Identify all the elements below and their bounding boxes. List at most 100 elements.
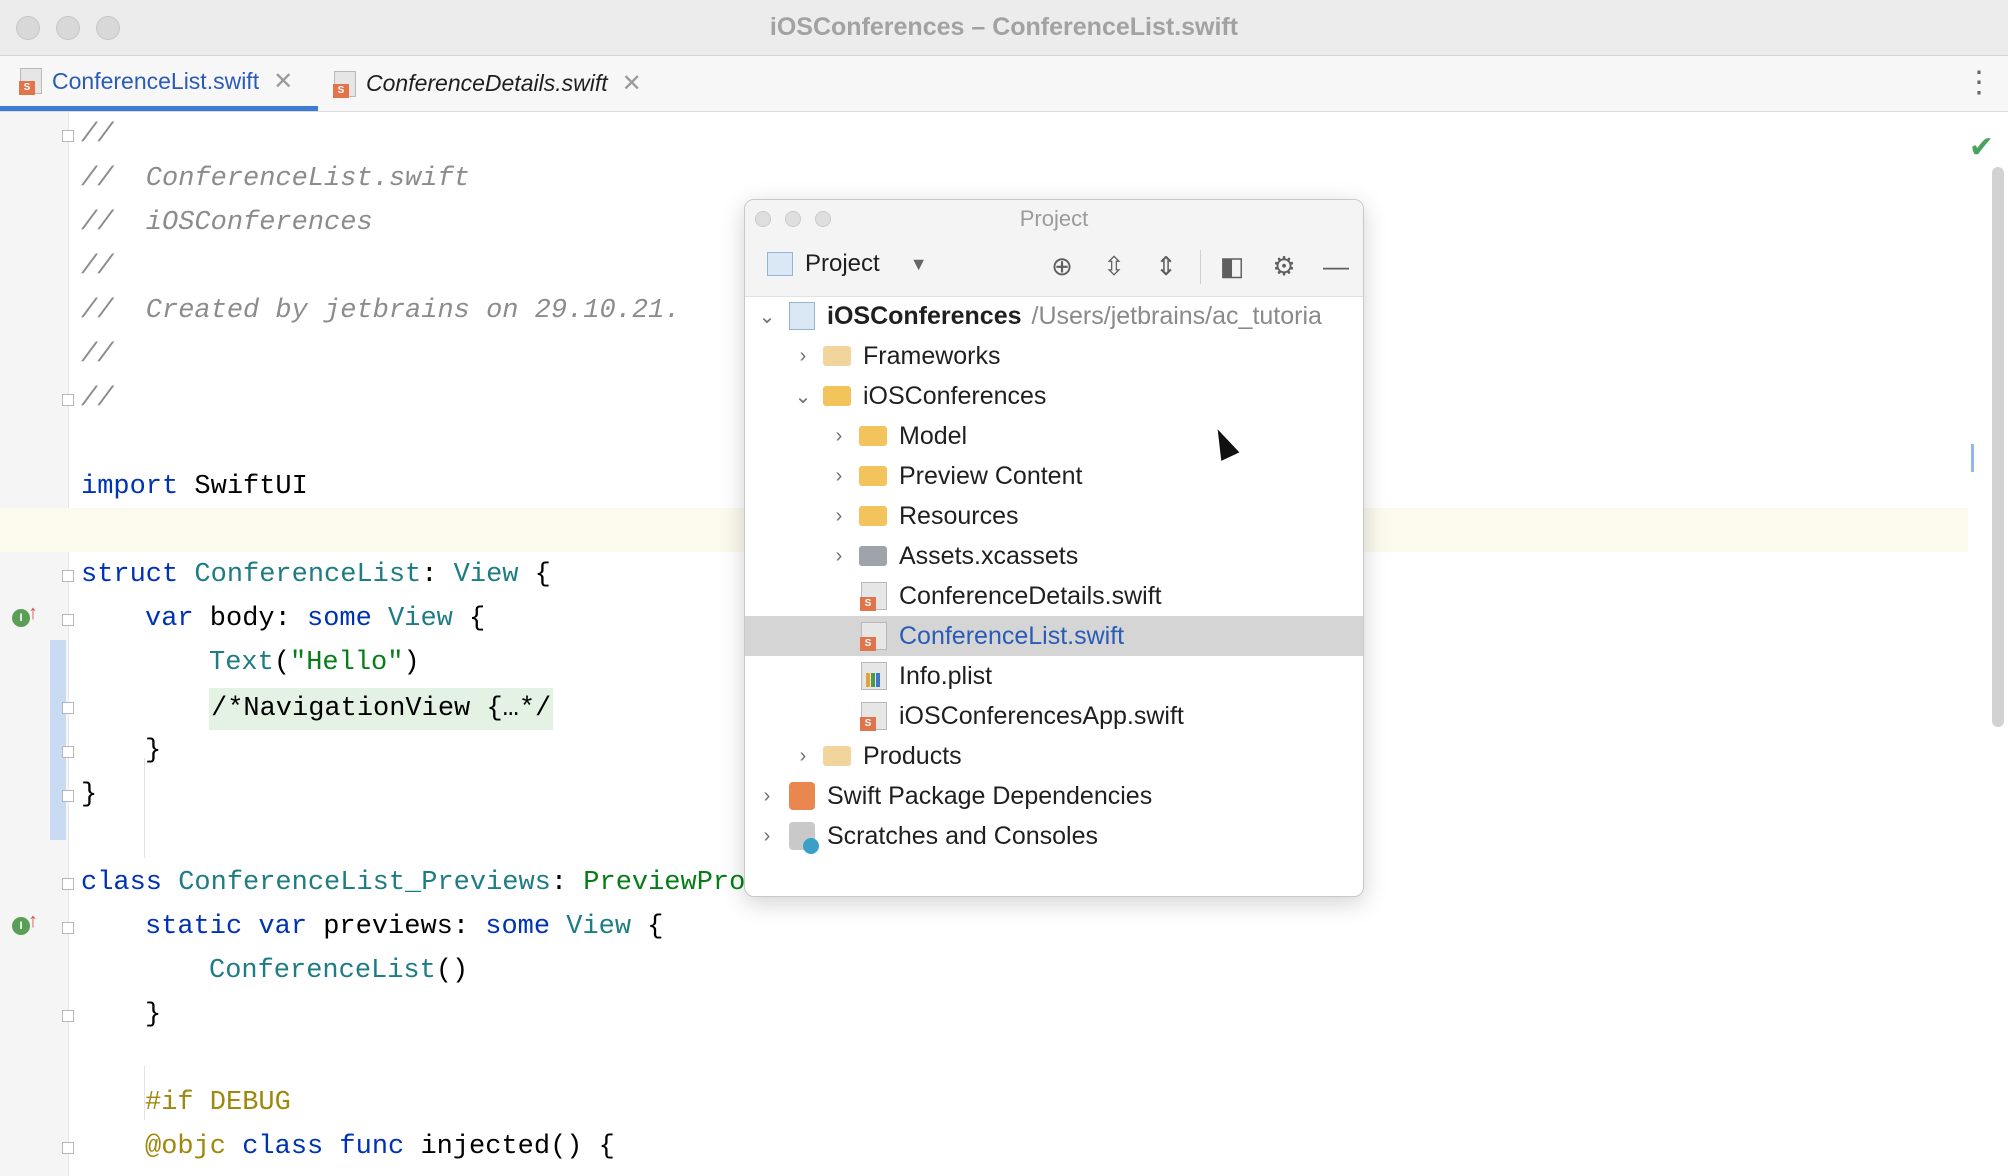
- keyword-token: struct: [81, 560, 179, 590]
- tab-label: ConferenceDetails.swift: [366, 70, 608, 96]
- scratches-icon: [789, 822, 819, 854]
- tree-item-label: ConferenceList.swift: [899, 621, 1125, 650]
- fold-marker[interactable]: [62, 614, 74, 626]
- fold-marker[interactable]: [62, 702, 74, 714]
- minimize-icon[interactable]: —: [1321, 251, 1351, 281]
- chevron-down-icon[interactable]: ⌄: [791, 384, 815, 409]
- type-token: View: [371, 604, 453, 634]
- package-icon: [789, 782, 815, 810]
- chevron-right-icon[interactable]: ›: [827, 465, 851, 488]
- tool-window-toolbar: Project ▼ ⊕ ⇳ ⇕ ◧ ⚙ —: [745, 238, 1363, 297]
- code-token: {: [631, 912, 664, 942]
- fold-marker[interactable]: [62, 130, 74, 142]
- gear-icon[interactable]: ⚙: [1269, 251, 1299, 281]
- code-line: #if DEBUG: [145, 1088, 291, 1118]
- fold-marker[interactable]: [62, 878, 74, 890]
- folded-code-region[interactable]: /*NavigationView {…*/: [209, 688, 554, 730]
- code-line: var body: some View {: [145, 602, 485, 636]
- tab-conferencelist-swift[interactable]: ConferenceList.swift ✕: [0, 56, 318, 111]
- code-line: static var previews: some View {: [145, 910, 664, 944]
- keyword-token: class: [81, 868, 163, 898]
- tree-item-assets-xcassets[interactable]: › Assets.xcassets: [745, 536, 1363, 576]
- keyword-token: some: [307, 604, 372, 634]
- code-line: //: [81, 120, 114, 150]
- tree-item-conferencelist-swift[interactable]: ConferenceList.swift: [745, 616, 1363, 656]
- tree-item-iosconferencesapp-swift[interactable]: iOSConferencesApp.swift: [745, 696, 1363, 736]
- go-to-super-icon[interactable]: ↑: [28, 910, 38, 933]
- code-line: }: [145, 736, 162, 766]
- no-problems-check-icon[interactable]: ✔: [1969, 130, 1994, 165]
- tree-item-label: iOSConferencesApp.swift: [899, 701, 1184, 730]
- tree-item-label: Preview Content: [899, 461, 1083, 490]
- tree-item-resources[interactable]: › Resources: [745, 496, 1363, 536]
- code-token: (): [435, 956, 469, 986]
- close-tool-window-button[interactable]: [755, 211, 771, 227]
- type-token: Text: [209, 648, 274, 678]
- type-token: PreviewProv: [583, 868, 762, 898]
- error-stripe-marker[interactable]: [1971, 444, 1974, 472]
- fold-marker[interactable]: [62, 570, 74, 582]
- swift-file-icon: [860, 582, 887, 611]
- chevron-right-icon[interactable]: ›: [791, 345, 815, 368]
- chevron-right-icon[interactable]: ›: [827, 505, 851, 528]
- chevron-right-icon[interactable]: ›: [755, 785, 779, 808]
- fold-marker[interactable]: [62, 746, 74, 758]
- code-token: body:: [193, 604, 308, 634]
- locate-icon[interactable]: ⊕: [1047, 251, 1077, 281]
- tree-item-scratches-and-consoles[interactable]: › Scratches and Consoles: [745, 816, 1363, 856]
- fold-marker[interactable]: [62, 1010, 74, 1022]
- window-title: iOSConferences – ConferenceList.swift: [769, 13, 1239, 41]
- chevron-right-icon[interactable]: ›: [755, 825, 779, 848]
- tree-item-model[interactable]: › Model: [745, 416, 1363, 456]
- close-icon[interactable]: ✕: [622, 69, 642, 98]
- chevron-down-icon[interactable]: ⌄: [755, 304, 779, 329]
- tab-label: ConferenceList.swift: [52, 67, 260, 94]
- vcs-change-marker: [50, 640, 66, 840]
- indent-guide: [144, 758, 145, 858]
- project-view-icon: [767, 252, 793, 276]
- tab-conferencedetails-swift[interactable]: ConferenceDetails.swift ✕: [333, 56, 674, 111]
- minimize-tool-window-button[interactable]: [785, 211, 801, 227]
- type-token: ConferenceList_Previews: [162, 868, 551, 898]
- tree-item-label: ConferenceDetails.swift: [899, 581, 1162, 610]
- folder-icon: [823, 386, 851, 406]
- swift-file-icon: [19, 68, 42, 95]
- go-to-super-icon[interactable]: ↑: [28, 602, 38, 625]
- tree-item-preview-content[interactable]: › Preview Content: [745, 456, 1363, 496]
- tree-item-products[interactable]: › Products: [745, 736, 1363, 776]
- code-token: SwiftUI: [178, 472, 308, 502]
- collapse-all-icon[interactable]: ⇕: [1151, 251, 1181, 281]
- tree-item-info-plist[interactable]: Info.plist: [745, 656, 1363, 696]
- folder-icon: [823, 346, 851, 366]
- window-title-bar: iOSConferences – ConferenceList.swift: [0, 0, 2008, 56]
- code-token: :: [421, 560, 454, 590]
- code-line: }: [145, 1000, 162, 1030]
- project-view-selector[interactable]: Project ▼: [767, 250, 928, 278]
- fold-marker[interactable]: [62, 394, 74, 406]
- fold-marker[interactable]: [62, 922, 74, 934]
- layout-icon[interactable]: ◧: [1217, 251, 1247, 281]
- close-icon[interactable]: ✕: [273, 67, 293, 96]
- more-options-icon[interactable]: ⋮: [1964, 68, 1994, 98]
- code-token: injected() {: [404, 1132, 615, 1162]
- code-line: // ConferenceList.swift: [81, 164, 470, 194]
- fold-marker[interactable]: [62, 1142, 74, 1154]
- tree-item-frameworks[interactable]: › Frameworks: [745, 336, 1363, 376]
- chevron-right-icon[interactable]: ›: [791, 745, 815, 768]
- tool-window-title: Project: [745, 200, 1363, 238]
- fold-marker[interactable]: [62, 790, 74, 802]
- expand-all-icon[interactable]: ⇳: [1099, 251, 1129, 281]
- tree-item-swift-package-dependencies[interactable]: › Swift Package Dependencies: [745, 776, 1363, 816]
- keyword-token: some: [485, 912, 551, 942]
- type-token: View: [453, 560, 519, 590]
- tree-item-label: iOSConferences: [827, 301, 1022, 330]
- tree-item-label: iOSConferences: [863, 381, 1047, 410]
- chevron-right-icon[interactable]: ›: [827, 545, 851, 568]
- tree-item-iosconferences-group[interactable]: ⌄ iOSConferences: [745, 376, 1363, 416]
- folder-icon: [823, 746, 851, 766]
- zoom-tool-window-button[interactable]: [815, 211, 831, 227]
- chevron-right-icon[interactable]: ›: [827, 425, 851, 448]
- tree-item-project-root[interactable]: ⌄ iOSConferences /Users/jetbrains/ac_tut…: [745, 296, 1363, 336]
- tree-item-conferencedetails-swift[interactable]: ConferenceDetails.swift: [745, 576, 1363, 616]
- editor-scrollbar[interactable]: [1992, 167, 2004, 727]
